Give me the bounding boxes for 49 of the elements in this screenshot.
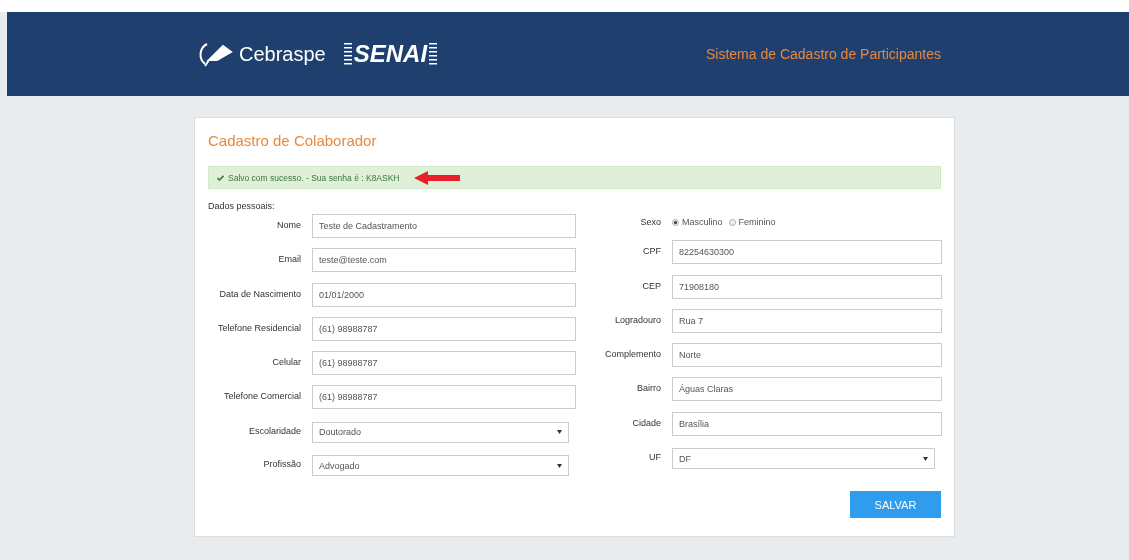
caret-icon (557, 463, 562, 468)
radio-button[interactable] (672, 218, 679, 226)
pen-logo-icon (197, 40, 235, 68)
field-label: Profissão (262, 458, 301, 470)
field-label: Data de Nascimento (218, 287, 301, 299)
section-label: Dados pessoais: (208, 201, 276, 211)
input-field[interactable]: (61) 98988787 (312, 385, 576, 410)
pointer-arrow (413, 170, 460, 185)
app-title: Sistema de Cadastro de Participantes (706, 46, 941, 62)
input-field[interactable]: Brasília (672, 411, 942, 436)
radio-button[interactable] (728, 218, 736, 226)
input-field[interactable]: (61) 98988787 (312, 351, 576, 376)
field-label: Nome (276, 219, 301, 230)
input-field[interactable]: Rua 7 (672, 308, 942, 333)
input-field[interactable]: (61) 98988787 (312, 316, 576, 341)
field-label: Logradouro (613, 313, 661, 325)
field-label: CPF (642, 245, 661, 257)
stripes-icon (343, 42, 352, 66)
input-field[interactable]: Teste de Cadastramento (312, 214, 576, 238)
input-field[interactable]: 71908180 (672, 274, 942, 299)
field-label: Escolaridade (247, 424, 301, 436)
field-label: Cidade (631, 416, 661, 428)
dropdown[interactable]: Doutorado (312, 421, 569, 443)
field-label: Sexo (639, 216, 661, 227)
field-label: CEP (641, 279, 661, 291)
dropdown[interactable]: Advogado (312, 455, 569, 477)
field-label: Email (277, 253, 301, 265)
form-title: Cadastro de Colaborador (208, 132, 378, 150)
field-label: UF (648, 451, 661, 463)
input-field[interactable]: teste@teste.com (312, 248, 576, 273)
field-label: Bairro (636, 382, 661, 394)
radio-label: Feminino (738, 217, 776, 227)
checkmark-icon (217, 174, 224, 181)
logo-text: Cebraspe (239, 42, 326, 66)
input-field[interactable]: 82254630300 (672, 240, 942, 265)
field-label: Telefone Comercial (222, 390, 301, 402)
field-label: Complemento (603, 348, 661, 360)
radio-label: Masculino (682, 217, 723, 227)
dropdown[interactable]: DF (672, 448, 935, 470)
input-field[interactable]: 01/01/2000 (312, 282, 576, 307)
field-label: Celular (271, 356, 301, 368)
input-field[interactable]: Norte (672, 343, 942, 368)
input-field[interactable]: Águas Claras (672, 377, 942, 402)
logo-text: SENAI (353, 40, 428, 68)
alert-message: Salvo com sucesso. - Sua senha é : K8ASKH (228, 172, 400, 183)
field-label: Telefone Residencial (216, 321, 301, 333)
caret-icon (557, 430, 562, 435)
caret-icon (923, 456, 928, 461)
stripes-icon (429, 42, 438, 66)
